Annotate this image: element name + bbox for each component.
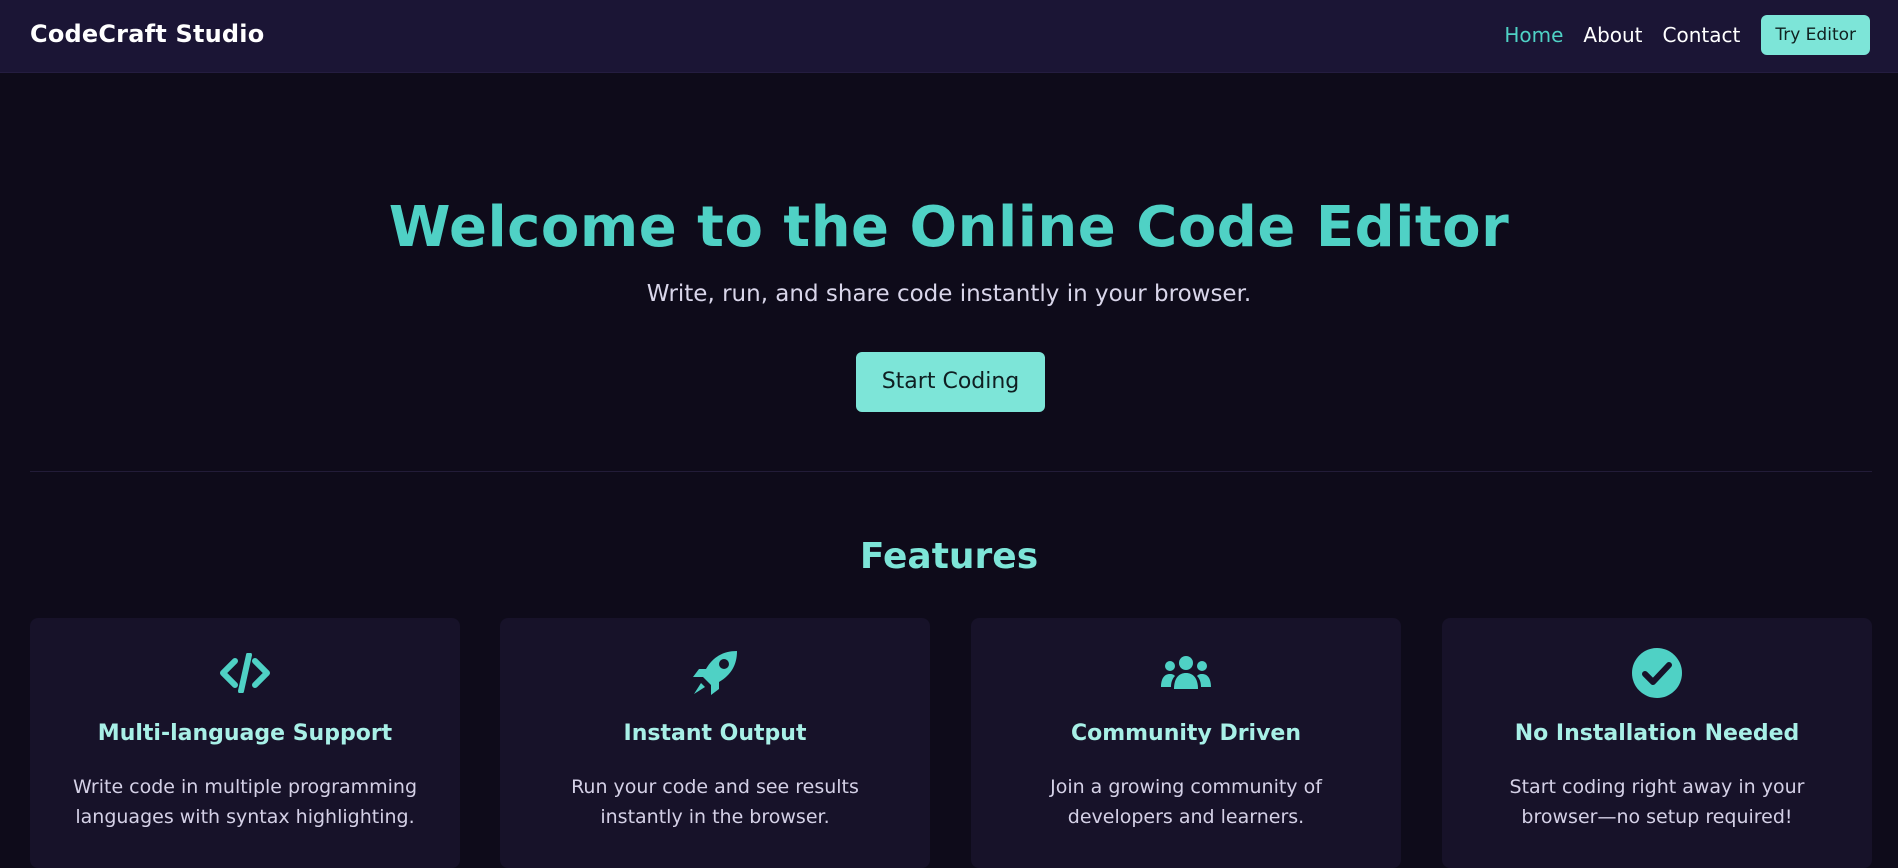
feature-description: Join a growing community of developers a… [1050, 776, 1322, 828]
rocket-icon [500, 646, 930, 700]
nav-link-home[interactable]: Home [1504, 15, 1563, 55]
main-nav: Home About Contact Try Editor [1504, 15, 1870, 55]
feature-title: No Installation Needed [1514, 721, 1800, 746]
features-grid: Multi-language Support Write code in mul… [30, 618, 1872, 868]
brand-logo[interactable]: CodeCraft Studio [30, 20, 264, 48]
section-divider [30, 471, 1872, 472]
nav-link-contact[interactable]: Contact [1663, 15, 1741, 55]
feature-title: Community Driven [1070, 721, 1302, 746]
feature-title: Multi-language Support [97, 721, 393, 746]
feature-description: Run your code and see results instantly … [571, 776, 859, 828]
hero-title: Welcome to the Online Code Editor [388, 195, 1510, 260]
nav-link-about[interactable]: About [1583, 15, 1642, 55]
feature-card-community: Community Driven Join a growing communit… [971, 618, 1401, 868]
start-coding-button[interactable]: Start Coding [856, 352, 1045, 412]
top-navbar: CodeCraft Studio Home About Contact Try … [0, 0, 1898, 73]
try-editor-button[interactable]: Try Editor [1761, 15, 1870, 55]
users-icon [971, 646, 1401, 700]
code-icon [30, 646, 460, 700]
features-heading: Features [859, 536, 1039, 577]
feature-card-no-installation: No Installation Needed Start coding righ… [1442, 618, 1872, 868]
feature-description: Start coding right away in your browser—… [1509, 776, 1805, 828]
feature-card-instant-output: Instant Output Run your code and see res… [500, 618, 930, 868]
feature-card-multi-language: Multi-language Support Write code in mul… [30, 618, 460, 868]
feature-title: Instant Output [623, 721, 807, 746]
hero-subtitle: Write, run, and share code instantly in … [646, 281, 1252, 307]
feature-description: Write code in multiple programming langu… [72, 776, 418, 828]
check-circle-icon [1442, 646, 1872, 700]
